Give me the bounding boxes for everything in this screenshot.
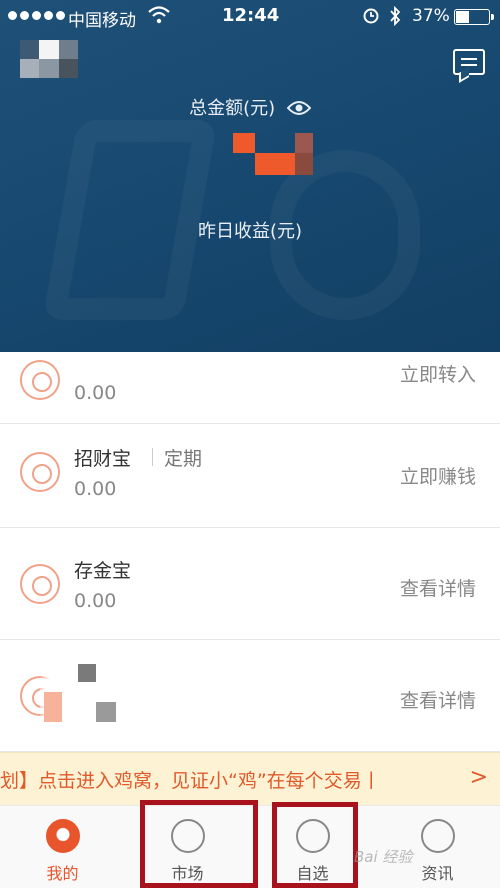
yen-icon [20, 360, 60, 400]
product-value: 0.00 [74, 382, 117, 404]
product-action[interactable]: 查看详情 [400, 686, 476, 713]
signal-icon [8, 11, 65, 20]
divider [152, 448, 153, 466]
total-amount-text: 总金额(元) [189, 98, 276, 119]
message-icon[interactable] [453, 49, 485, 75]
news-icon [421, 819, 455, 853]
gold-icon [20, 564, 60, 604]
battery-percent: 37% [412, 6, 450, 26]
status-bar: 中国移动 12:44 37% [0, 0, 500, 34]
product-action[interactable]: 立即转入 [400, 360, 476, 387]
clock: 12:44 [222, 5, 280, 26]
yesterday-earnings-label: 昨日收益(元) [197, 221, 303, 242]
alarm-icon [362, 6, 380, 29]
product-name: 招财宝 [74, 448, 132, 470]
promo-banner[interactable]: 划】点击进入鸡窝，见证小“鸡”在每个交易丨 > [0, 752, 500, 806]
mine-icon [46, 819, 80, 853]
watermark: Bai 经验 [354, 848, 413, 866]
blurred-product-name [40, 648, 130, 748]
battery-icon [454, 9, 494, 25]
wifi-icon [148, 6, 170, 29]
list-item[interactable]: 招财宝 定期 0.00 立即赚钱 [0, 416, 500, 528]
tab-label: 我的 [46, 864, 79, 883]
carrier-label: 中国移动 [68, 11, 136, 31]
ingot-icon [20, 452, 60, 492]
avatar[interactable] [20, 40, 78, 78]
highlight-box-market [140, 800, 258, 888]
tab-mine[interactable]: 我的 [0, 806, 125, 888]
chevron-right-icon[interactable]: > [470, 765, 488, 790]
list-item[interactable]: 0.00 立即转入 [0, 352, 500, 424]
account-header: 中国移动 12:44 37% 总金额(元) 昨日收益(元) [0, 0, 500, 352]
eye-icon[interactable] [286, 100, 312, 121]
total-amount-label: 总金额(元) [0, 94, 500, 121]
product-value: 0.00 [74, 478, 117, 500]
total-amount-value-hidden [233, 133, 313, 175]
product-tag: 定期 [164, 448, 203, 470]
product-name: 存金宝 [74, 560, 132, 582]
product-action[interactable]: 查看详情 [400, 574, 476, 601]
highlight-box-watchlist [272, 802, 358, 888]
banner-text: 划】点击进入鸡窝，见证小“鸡”在每个交易丨 [0, 770, 381, 792]
list-item[interactable]: 存金宝 0.00 查看详情 [0, 528, 500, 640]
bluetooth-icon [388, 5, 402, 32]
product-action[interactable]: 立即赚钱 [400, 462, 476, 489]
product-value: 0.00 [74, 590, 117, 612]
